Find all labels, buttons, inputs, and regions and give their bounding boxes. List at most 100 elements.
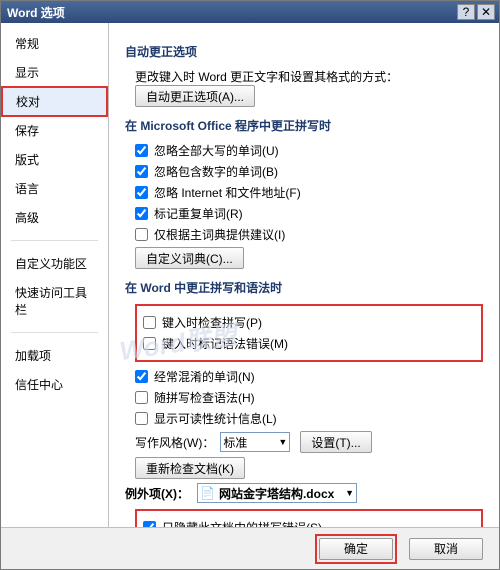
autocorrect-options-button[interactable]: 自动更正选项(A)... — [135, 85, 255, 107]
exceptions-doc-select[interactable]: 📄 网站金字塔结构.docx ▼ — [197, 483, 357, 503]
cb-mark-grammar-typing[interactable]: 键入时标记语法错误(M) — [143, 335, 288, 352]
sidebar-item-qat[interactable]: 快速访问工具栏 — [1, 278, 108, 324]
checkbox-label: 忽略 Internet 和文件地址(F) — [154, 184, 301, 201]
cb-hide-spelling-errors[interactable]: 只隐藏此文档中的拼写错误(S) — [143, 519, 322, 527]
autocorrect-row: 更改键入时 Word 更正文字和设置其格式的方式： 自动更正选项(A)... — [135, 68, 483, 107]
sidebar-label: 显示 — [15, 66, 39, 80]
checkbox-label: 经常混淆的单词(N) — [154, 368, 255, 385]
checkbox[interactable] — [135, 228, 148, 241]
sidebar-item-language[interactable]: 语言 — [1, 174, 108, 203]
checkbox-label: 仅根据主词典提供建议(I) — [154, 226, 285, 243]
section-office-title: 在 Microsoft Office 程序中更正拼写时 — [125, 117, 483, 134]
cb-flag-repeated[interactable]: 标记重复单词(R) — [135, 205, 243, 222]
checkbox[interactable] — [143, 337, 156, 350]
sidebar-item-general[interactable]: 常规 — [1, 29, 108, 58]
section-word-title: 在 Word 中更正拼写和语法时 — [125, 279, 483, 296]
highlight-box-exceptions: 只隐藏此文档中的拼写错误(S) 只隐藏此文档中的语法错误(D) — [135, 509, 483, 527]
highlight-box-typing: 键入时检查拼写(P) 键入时标记语法错误(M) — [135, 304, 483, 362]
exceptions-group: 只隐藏此文档中的拼写错误(S) 只隐藏此文档中的语法错误(D) — [135, 509, 483, 527]
checkbox[interactable] — [135, 412, 148, 425]
checkbox-label: 只隐藏此文档中的拼写错误(S) — [162, 519, 322, 527]
section-exceptions-title: 例外项(X)： 📄 网站金字塔结构.docx ▼ — [125, 483, 483, 503]
checkbox[interactable] — [135, 165, 148, 178]
titlebar: Word 选项 ? ✕ — [1, 1, 499, 23]
sidebar-label: 保存 — [15, 124, 39, 138]
sidebar-label: 加载项 — [15, 349, 51, 363]
word-group: 键入时检查拼写(P) 键入时标记语法错误(M) 经常混淆的单词(N) 随拼写检查… — [135, 304, 483, 479]
checkbox-label: 随拼写检查语法(H) — [154, 389, 255, 406]
cb-check-spelling-typing[interactable]: 键入时检查拼写(P) — [143, 314, 262, 331]
sidebar-label: 常规 — [15, 37, 39, 51]
button-label: 自定义词典(C)... — [146, 250, 233, 267]
writing-style-label: 写作风格(W)： — [135, 434, 214, 451]
button-label: 确定 — [344, 540, 368, 557]
select-value: 网站金字塔结构.docx — [219, 485, 339, 502]
sidebar-item-save[interactable]: 保存 — [1, 116, 108, 145]
checkbox[interactable] — [135, 370, 148, 383]
section-autocorrect-title: 自动更正选项 — [125, 43, 483, 60]
cb-ignore-uppercase[interactable]: 忽略全部大写的单词(U) — [135, 142, 279, 159]
sidebar-label: 语言 — [15, 182, 39, 196]
button-label: 设置(T)... — [311, 434, 360, 451]
checkbox[interactable] — [135, 144, 148, 157]
section-label: 例外项(X)： — [125, 485, 189, 502]
sidebar-item-customize-ribbon[interactable]: 自定义功能区 — [1, 249, 108, 278]
checkbox-label: 忽略全部大写的单词(U) — [154, 142, 279, 159]
sidebar-divider — [11, 332, 98, 333]
checkbox-label: 键入时标记语法错误(M) — [162, 335, 288, 352]
button-label: 取消 — [434, 540, 458, 557]
dialog-footer: 确定 取消 — [1, 527, 499, 569]
checkbox-label: 忽略包含数字的单词(B) — [154, 163, 278, 180]
chevron-down-icon: ▼ — [345, 488, 354, 498]
help-icon: ? — [463, 5, 470, 19]
sidebar-label: 快速访问工具栏 — [15, 286, 87, 317]
button-label: 自动更正选项(A)... — [146, 88, 244, 105]
settings-button[interactable]: 设置(T)... — [300, 431, 371, 453]
word-options-dialog: Word 选项 ? ✕ 常规 显示 校对 保存 版式 语言 高级 自定义功能区 … — [0, 0, 500, 570]
cancel-button[interactable]: 取消 — [409, 538, 483, 560]
content-panel: Word联盟 自动更正选项 更改键入时 Word 更正文字和设置其格式的方式： … — [109, 23, 499, 527]
writing-style-select[interactable]: 标准 ▼ — [220, 432, 290, 452]
document-icon: 📄 — [200, 486, 215, 500]
sidebar-item-display[interactable]: 显示 — [1, 58, 108, 87]
checkbox[interactable] — [135, 391, 148, 404]
dialog-body: 常规 显示 校对 保存 版式 语言 高级 自定义功能区 快速访问工具栏 加载项 … — [1, 23, 499, 527]
checkbox[interactable] — [135, 186, 148, 199]
sidebar: 常规 显示 校对 保存 版式 语言 高级 自定义功能区 快速访问工具栏 加载项 … — [1, 23, 109, 527]
sidebar-divider — [11, 240, 98, 241]
cb-readability-stats[interactable]: 显示可读性统计信息(L) — [135, 410, 277, 427]
cb-grammar-with-spelling[interactable]: 随拼写检查语法(H) — [135, 389, 255, 406]
checkbox[interactable] — [143, 316, 156, 329]
sidebar-item-advanced[interactable]: 高级 — [1, 203, 108, 232]
sidebar-label: 版式 — [15, 153, 39, 167]
sidebar-item-layout[interactable]: 版式 — [1, 145, 108, 174]
ok-highlight: 确定 — [315, 534, 397, 564]
sidebar-label: 信任中心 — [15, 378, 63, 392]
button-label: 重新检查文档(K) — [146, 460, 234, 477]
sidebar-label: 校对 — [16, 95, 40, 109]
select-value: 标准 — [223, 434, 247, 451]
checkbox[interactable] — [135, 207, 148, 220]
cb-ignore-internet[interactable]: 忽略 Internet 和文件地址(F) — [135, 184, 301, 201]
checkbox-label: 键入时检查拼写(P) — [162, 314, 262, 331]
checkbox[interactable] — [143, 521, 156, 527]
chevron-down-icon: ▼ — [278, 437, 287, 447]
office-group: 忽略全部大写的单词(U) 忽略包含数字的单词(B) 忽略 Internet 和文… — [135, 142, 483, 269]
sidebar-label: 自定义功能区 — [15, 257, 87, 271]
close-icon: ✕ — [481, 5, 491, 19]
sidebar-item-trust-center[interactable]: 信任中心 — [1, 370, 108, 399]
checkbox-label: 显示可读性统计信息(L) — [154, 410, 277, 427]
cb-main-dict-only[interactable]: 仅根据主词典提供建议(I) — [135, 226, 285, 243]
help-button[interactable]: ? — [457, 4, 475, 20]
ok-button[interactable]: 确定 — [319, 538, 393, 560]
custom-dictionaries-button[interactable]: 自定义词典(C)... — [135, 247, 244, 269]
dialog-title: Word 选项 — [5, 4, 455, 21]
autocorrect-desc: 更改键入时 Word 更正文字和设置其格式的方式： — [135, 68, 398, 85]
sidebar-item-addins[interactable]: 加载项 — [1, 341, 108, 370]
recheck-document-button[interactable]: 重新检查文档(K) — [135, 457, 245, 479]
close-button[interactable]: ✕ — [477, 4, 495, 20]
sidebar-item-proofing[interactable]: 校对 — [1, 86, 108, 117]
cb-ignore-numbers[interactable]: 忽略包含数字的单词(B) — [135, 163, 278, 180]
sidebar-label: 高级 — [15, 211, 39, 225]
cb-confused-words[interactable]: 经常混淆的单词(N) — [135, 368, 255, 385]
